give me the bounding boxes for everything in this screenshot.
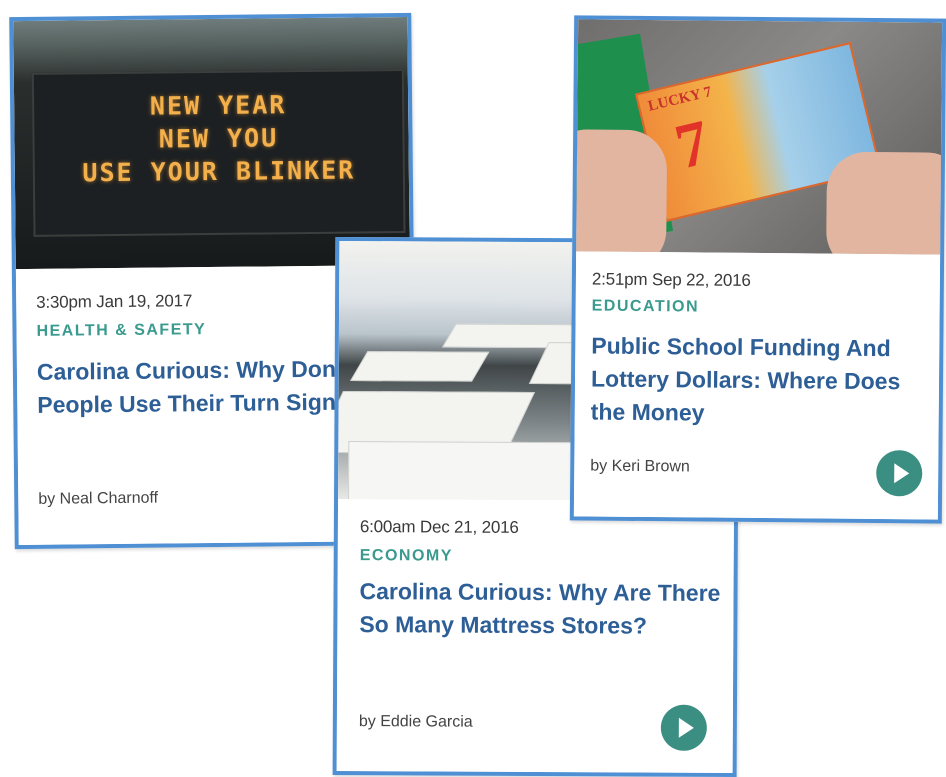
story-card-body: 2:51pm Sep 22, 2016 EDUCATION Public Sch… xyxy=(573,251,941,520)
story-timestamp: 6:00am Dec 21, 2016 xyxy=(359,517,519,537)
ticket-number: 7 xyxy=(668,105,717,183)
hand-right xyxy=(825,151,943,255)
highway-message-sign: NEW YEAR NEW YOU USE YOUR BLINKER xyxy=(31,68,406,237)
story-image-highway-sign[interactable]: NEW YEAR NEW YOU USE YOUR BLINKER xyxy=(13,16,410,270)
story-image-lottery-ticket[interactable]: LUCKY 7 7 xyxy=(576,19,943,255)
story-byline: by Eddie Garcia xyxy=(358,713,473,731)
sign-text-line: NEW YOU xyxy=(158,123,279,154)
story-card-body: 6:00am Dec 21, 2016 ECONOMY Carolina Cur… xyxy=(336,498,735,774)
story-card-lottery-funding[interactable]: LUCKY 7 7 2:51pm Sep 22, 2016 EDUCATION … xyxy=(569,15,946,524)
story-headline[interactable]: Carolina Curious: Why Are There So Many … xyxy=(359,575,729,643)
sign-text-line: NEW YEAR xyxy=(149,90,287,121)
story-headline[interactable]: Public School Funding And Lottery Dollar… xyxy=(591,330,937,432)
hand-left xyxy=(576,129,668,255)
sign-text-line: USE YOUR BLINKER xyxy=(82,155,356,188)
mattress-shape xyxy=(349,351,490,382)
story-category[interactable]: HEALTH & SAFETY xyxy=(36,321,206,341)
story-timestamp: 3:30pm Jan 19, 2017 xyxy=(36,291,193,312)
story-byline: by Keri Brown xyxy=(590,457,690,476)
play-icon[interactable] xyxy=(876,450,923,497)
story-category[interactable]: ECONOMY xyxy=(360,547,453,565)
story-timestamp: 2:51pm Sep 22, 2016 xyxy=(591,269,751,290)
play-icon[interactable] xyxy=(660,704,707,751)
story-byline: by Neal Charnoff xyxy=(38,489,159,508)
story-category[interactable]: EDUCATION xyxy=(592,298,700,317)
